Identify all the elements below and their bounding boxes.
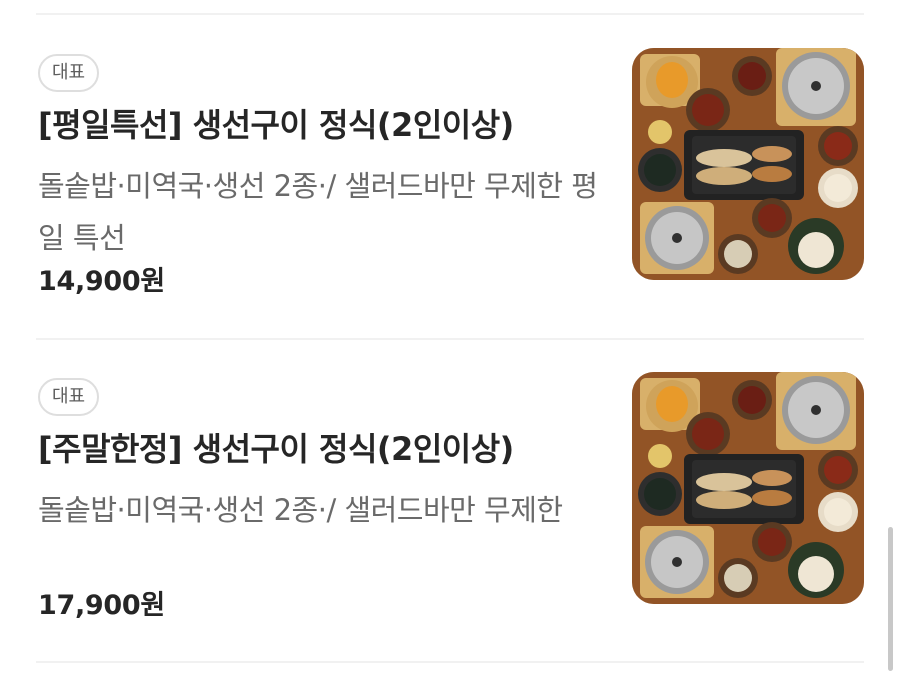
menu-item-photo[interactable]	[632, 48, 864, 280]
menu-item-weekday-special[interactable]: 대표 [평일특선] 생선구이 정식(2인이상) 돌솥밥·미역국·생선 2종·/ …	[36, 48, 864, 354]
divider	[36, 661, 864, 663]
menu-item-title[interactable]: [평일특선] 생선구이 정식(2인이상)	[38, 100, 514, 146]
vertical-scrollbar[interactable]	[888, 527, 893, 671]
menu-item-weekend-special[interactable]: 대표 [주말한정] 생선구이 정식(2인이상) 돌솥밥·미역국·생선 2종·/ …	[36, 372, 864, 674]
fish-set-meal-image	[632, 48, 864, 280]
divider	[36, 338, 864, 340]
fish-set-meal-image	[632, 372, 864, 604]
menu-item-title[interactable]: [주말한정] 생선구이 정식(2인이상)	[38, 424, 514, 470]
representative-badge: 대표	[38, 378, 100, 416]
menu-list-page: 대표 [평일특선] 생선구이 정식(2인이상) 돌솥밥·미역국·생선 2종·/ …	[0, 0, 900, 674]
menu-item-description: 돌솥밥·미역국·생선 2종·/ 샐러드바만 무제한 평일 특선	[38, 169, 598, 255]
representative-badge: 대표	[38, 54, 100, 92]
divider	[36, 13, 864, 15]
menu-item-price: 17,900원	[38, 590, 165, 621]
menu-item-description: 돌솥밥·미역국·생선 2종·/ 샐러드바만 무제한	[38, 493, 563, 527]
menu-item-price: 14,900원	[38, 266, 165, 297]
menu-item-photo[interactable]	[632, 372, 864, 604]
